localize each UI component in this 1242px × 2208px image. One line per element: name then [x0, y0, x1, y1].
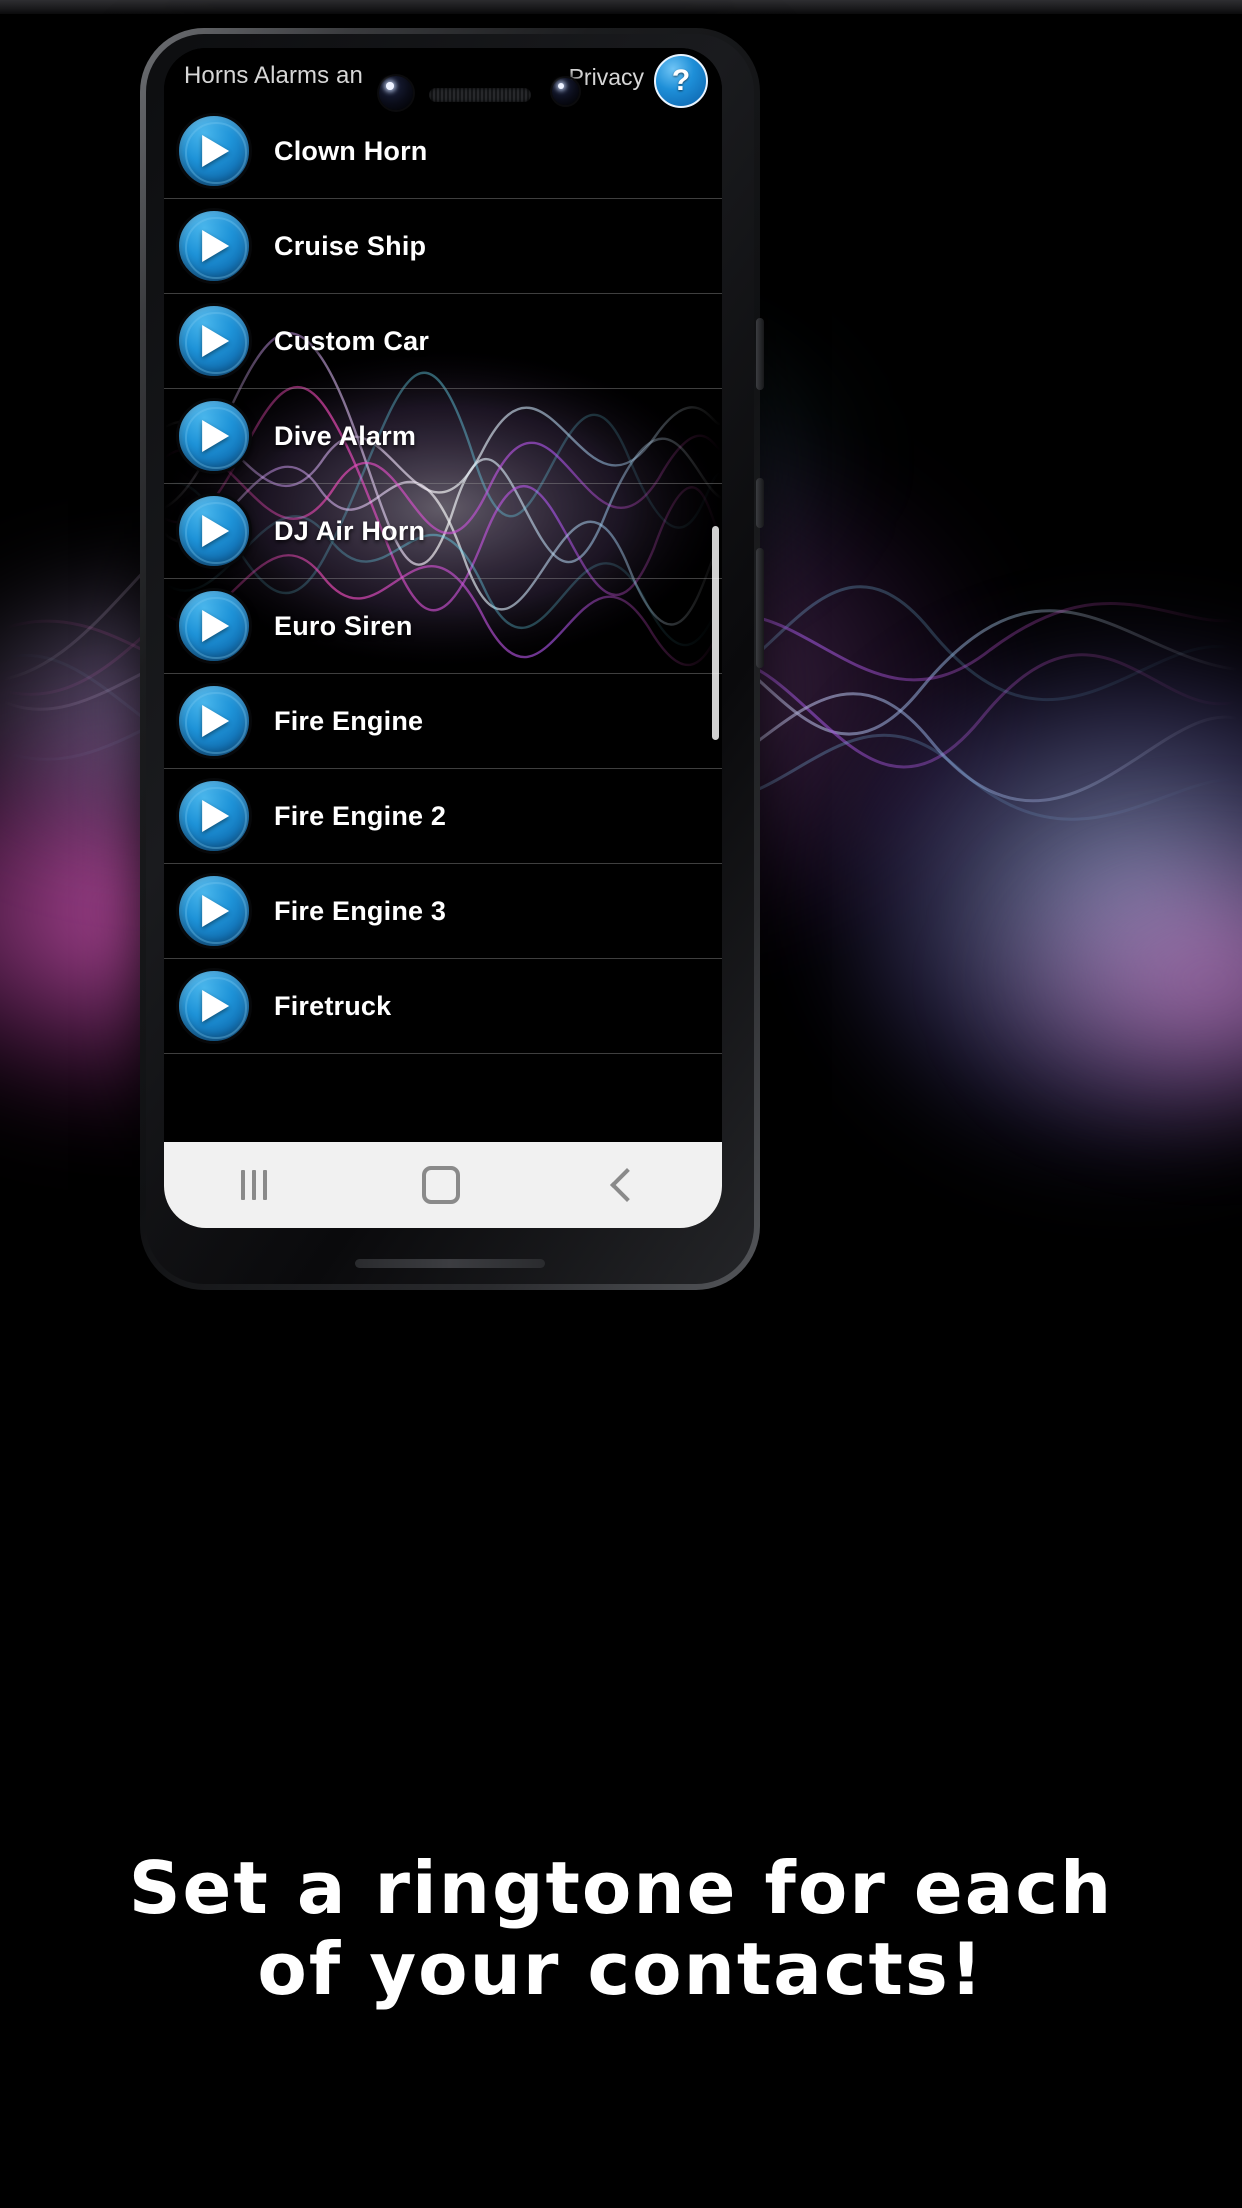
list-item[interactable]: Dive Alarm — [164, 389, 722, 484]
play-button[interactable] — [176, 208, 252, 284]
help-icon[interactable]: ? — [654, 54, 708, 108]
android-nav-bar — [164, 1142, 722, 1228]
play-triangle-icon — [202, 230, 230, 262]
home-icon[interactable] — [421, 1166, 460, 1204]
sound-name: Dive Alarm — [274, 420, 417, 451]
privacy-link[interactable]: Privacy — [569, 64, 644, 91]
caption-line-1: Set a ringtone for each — [128, 1846, 1114, 1930]
play-triangle-icon — [202, 800, 230, 832]
list-scrollbar[interactable] — [712, 526, 719, 740]
list-item[interactable]: Fire Engine 2 — [164, 769, 722, 864]
play-triangle-icon — [202, 420, 230, 452]
sound-list[interactable]: Clown Horn Cruise Ship Custom Car Dive A… — [164, 104, 722, 1142]
caption-line-2: of your contacts! — [257, 1926, 985, 2011]
play-triangle-icon — [202, 990, 230, 1022]
play-button[interactable] — [176, 493, 252, 569]
list-item[interactable]: Fire Engine 3 — [164, 864, 722, 959]
recents-icon[interactable] — [241, 1170, 268, 1200]
sound-name: DJ Air Horn — [274, 515, 426, 546]
device-chin-speaker — [355, 1259, 545, 1268]
sound-name: Fire Engine — [274, 705, 424, 736]
app-container: Horns Alarms an Privacy ? Clown Horn Cru… — [164, 48, 722, 1228]
volume-down-button[interactable] — [756, 548, 764, 668]
play-button[interactable] — [176, 303, 252, 379]
play-triangle-icon — [202, 325, 230, 357]
play-triangle-icon — [202, 705, 230, 737]
sound-name: Fire Engine 2 — [274, 800, 447, 831]
back-icon[interactable] — [609, 1168, 644, 1202]
play-triangle-icon — [202, 610, 230, 642]
sound-name: Custom Car — [274, 325, 430, 356]
play-triangle-icon — [202, 515, 230, 547]
play-button[interactable] — [176, 398, 252, 474]
promo-background: Horns Alarms an Privacy ? Clown Horn Cru… — [0, 0, 1242, 2208]
list-item[interactable]: Cruise Ship — [164, 199, 722, 294]
power-button[interactable] — [756, 318, 764, 390]
play-button[interactable] — [176, 873, 252, 949]
top-status-strip — [0, 0, 1242, 14]
promo-caption: Set a ringtone for each of your contacts… — [0, 1848, 1242, 2009]
play-button[interactable] — [176, 778, 252, 854]
play-triangle-icon — [202, 135, 230, 167]
phone-screen: Horns Alarms an Privacy ? Clown Horn Cru… — [164, 48, 722, 1228]
sound-name: Euro Siren — [274, 610, 413, 641]
play-button[interactable] — [176, 113, 252, 189]
list-item[interactable]: Fire Engine — [164, 674, 722, 769]
list-item[interactable]: DJ Air Horn — [164, 484, 722, 579]
play-button[interactable] — [176, 683, 252, 759]
list-item[interactable]: Custom Car — [164, 294, 722, 389]
sound-name: Clown Horn — [274, 135, 428, 166]
volume-up-button[interactable] — [756, 478, 764, 528]
sound-name: Fire Engine 3 — [274, 895, 447, 926]
play-button[interactable] — [176, 588, 252, 664]
sound-name: Cruise Ship — [274, 230, 427, 261]
play-triangle-icon — [202, 895, 230, 927]
list-item[interactable]: Clown Horn — [164, 104, 722, 199]
play-button[interactable] — [176, 968, 252, 1044]
sound-name: Firetruck — [274, 990, 392, 1021]
phone-device: Horns Alarms an Privacy ? Clown Horn Cru… — [140, 28, 764, 1290]
list-item[interactable]: Firetruck — [164, 959, 722, 1054]
list-item[interactable]: Euro Siren — [164, 579, 722, 674]
app-header: Horns Alarms an Privacy ? — [164, 48, 722, 108]
app-title: Horns Alarms an — [184, 62, 363, 89]
